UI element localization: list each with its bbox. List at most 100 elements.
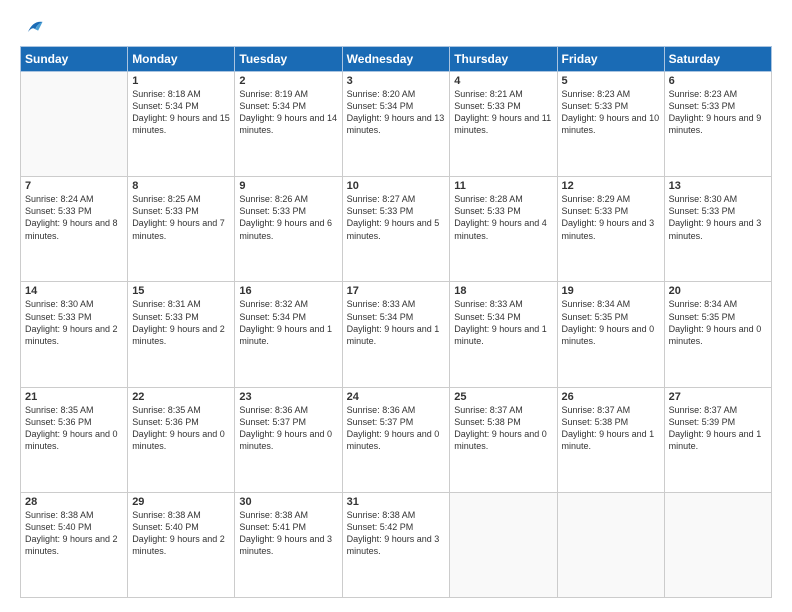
logo xyxy=(20,18,44,36)
calendar-cell: 22Sunrise: 8:35 AMSunset: 5:36 PMDayligh… xyxy=(128,387,235,492)
calendar-cell: 17Sunrise: 8:33 AMSunset: 5:34 PMDayligh… xyxy=(342,282,450,387)
column-header-sunday: Sunday xyxy=(21,47,128,72)
calendar-cell: 2Sunrise: 8:19 AMSunset: 5:34 PMDaylight… xyxy=(235,72,342,177)
day-number: 12 xyxy=(562,180,660,192)
day-info: Sunrise: 8:30 AMSunset: 5:33 PMDaylight:… xyxy=(25,298,123,347)
day-info: Sunrise: 8:35 AMSunset: 5:36 PMDaylight:… xyxy=(132,404,230,453)
column-header-tuesday: Tuesday xyxy=(235,47,342,72)
day-info: Sunrise: 8:38 AMSunset: 5:42 PMDaylight:… xyxy=(347,509,446,558)
day-number: 7 xyxy=(25,180,123,192)
calendar-cell: 13Sunrise: 8:30 AMSunset: 5:33 PMDayligh… xyxy=(664,177,771,282)
day-number: 10 xyxy=(347,180,446,192)
day-number: 15 xyxy=(132,285,230,297)
day-number: 1 xyxy=(132,75,230,87)
calendar-cell: 27Sunrise: 8:37 AMSunset: 5:39 PMDayligh… xyxy=(664,387,771,492)
day-number: 11 xyxy=(454,180,552,192)
day-number: 30 xyxy=(239,496,337,508)
calendar-cell: 10Sunrise: 8:27 AMSunset: 5:33 PMDayligh… xyxy=(342,177,450,282)
calendar-cell: 12Sunrise: 8:29 AMSunset: 5:33 PMDayligh… xyxy=(557,177,664,282)
day-info: Sunrise: 8:35 AMSunset: 5:36 PMDaylight:… xyxy=(25,404,123,453)
day-info: Sunrise: 8:36 AMSunset: 5:37 PMDaylight:… xyxy=(347,404,446,453)
calendar-week-1: 1Sunrise: 8:18 AMSunset: 5:34 PMDaylight… xyxy=(21,72,772,177)
calendar-cell: 16Sunrise: 8:32 AMSunset: 5:34 PMDayligh… xyxy=(235,282,342,387)
day-info: Sunrise: 8:32 AMSunset: 5:34 PMDaylight:… xyxy=(239,298,337,347)
calendar-cell: 20Sunrise: 8:34 AMSunset: 5:35 PMDayligh… xyxy=(664,282,771,387)
day-info: Sunrise: 8:26 AMSunset: 5:33 PMDaylight:… xyxy=(239,193,337,242)
calendar-cell: 15Sunrise: 8:31 AMSunset: 5:33 PMDayligh… xyxy=(128,282,235,387)
calendar-cell xyxy=(21,72,128,177)
day-number: 16 xyxy=(239,285,337,297)
calendar-week-4: 21Sunrise: 8:35 AMSunset: 5:36 PMDayligh… xyxy=(21,387,772,492)
calendar-cell: 24Sunrise: 8:36 AMSunset: 5:37 PMDayligh… xyxy=(342,387,450,492)
day-number: 2 xyxy=(239,75,337,87)
column-header-saturday: Saturday xyxy=(664,47,771,72)
day-info: Sunrise: 8:29 AMSunset: 5:33 PMDaylight:… xyxy=(562,193,660,242)
day-info: Sunrise: 8:25 AMSunset: 5:33 PMDaylight:… xyxy=(132,193,230,242)
day-info: Sunrise: 8:38 AMSunset: 5:40 PMDaylight:… xyxy=(25,509,123,558)
calendar-cell: 1Sunrise: 8:18 AMSunset: 5:34 PMDaylight… xyxy=(128,72,235,177)
calendar-cell: 29Sunrise: 8:38 AMSunset: 5:40 PMDayligh… xyxy=(128,492,235,597)
calendar-cell: 14Sunrise: 8:30 AMSunset: 5:33 PMDayligh… xyxy=(21,282,128,387)
calendar-week-3: 14Sunrise: 8:30 AMSunset: 5:33 PMDayligh… xyxy=(21,282,772,387)
day-number: 9 xyxy=(239,180,337,192)
day-info: Sunrise: 8:19 AMSunset: 5:34 PMDaylight:… xyxy=(239,88,337,137)
calendar-cell xyxy=(450,492,557,597)
day-info: Sunrise: 8:30 AMSunset: 5:33 PMDaylight:… xyxy=(669,193,767,242)
column-header-wednesday: Wednesday xyxy=(342,47,450,72)
calendar-cell: 7Sunrise: 8:24 AMSunset: 5:33 PMDaylight… xyxy=(21,177,128,282)
calendar-cell xyxy=(664,492,771,597)
day-number: 21 xyxy=(25,391,123,403)
day-info: Sunrise: 8:23 AMSunset: 5:33 PMDaylight:… xyxy=(669,88,767,137)
calendar-header-row: SundayMondayTuesdayWednesdayThursdayFrid… xyxy=(21,47,772,72)
day-info: Sunrise: 8:24 AMSunset: 5:33 PMDaylight:… xyxy=(25,193,123,242)
calendar-cell: 21Sunrise: 8:35 AMSunset: 5:36 PMDayligh… xyxy=(21,387,128,492)
calendar-cell: 11Sunrise: 8:28 AMSunset: 5:33 PMDayligh… xyxy=(450,177,557,282)
day-number: 18 xyxy=(454,285,552,297)
calendar-cell: 6Sunrise: 8:23 AMSunset: 5:33 PMDaylight… xyxy=(664,72,771,177)
day-info: Sunrise: 8:34 AMSunset: 5:35 PMDaylight:… xyxy=(562,298,660,347)
day-number: 19 xyxy=(562,285,660,297)
day-number: 24 xyxy=(347,391,446,403)
day-info: Sunrise: 8:34 AMSunset: 5:35 PMDaylight:… xyxy=(669,298,767,347)
calendar-cell: 31Sunrise: 8:38 AMSunset: 5:42 PMDayligh… xyxy=(342,492,450,597)
day-number: 13 xyxy=(669,180,767,192)
day-info: Sunrise: 8:37 AMSunset: 5:39 PMDaylight:… xyxy=(669,404,767,453)
day-info: Sunrise: 8:23 AMSunset: 5:33 PMDaylight:… xyxy=(562,88,660,137)
day-number: 5 xyxy=(562,75,660,87)
day-number: 3 xyxy=(347,75,446,87)
logo-text xyxy=(20,18,44,36)
day-number: 28 xyxy=(25,496,123,508)
day-number: 20 xyxy=(669,285,767,297)
header xyxy=(20,18,772,36)
calendar-cell: 5Sunrise: 8:23 AMSunset: 5:33 PMDaylight… xyxy=(557,72,664,177)
day-number: 6 xyxy=(669,75,767,87)
day-number: 8 xyxy=(132,180,230,192)
calendar-week-5: 28Sunrise: 8:38 AMSunset: 5:40 PMDayligh… xyxy=(21,492,772,597)
day-number: 4 xyxy=(454,75,552,87)
day-info: Sunrise: 8:27 AMSunset: 5:33 PMDaylight:… xyxy=(347,193,446,242)
day-number: 17 xyxy=(347,285,446,297)
calendar-cell: 23Sunrise: 8:36 AMSunset: 5:37 PMDayligh… xyxy=(235,387,342,492)
day-number: 27 xyxy=(669,391,767,403)
day-info: Sunrise: 8:28 AMSunset: 5:33 PMDaylight:… xyxy=(454,193,552,242)
day-number: 22 xyxy=(132,391,230,403)
day-info: Sunrise: 8:37 AMSunset: 5:38 PMDaylight:… xyxy=(454,404,552,453)
page: SundayMondayTuesdayWednesdayThursdayFrid… xyxy=(0,0,792,612)
day-info: Sunrise: 8:18 AMSunset: 5:34 PMDaylight:… xyxy=(132,88,230,137)
calendar-cell: 9Sunrise: 8:26 AMSunset: 5:33 PMDaylight… xyxy=(235,177,342,282)
day-info: Sunrise: 8:38 AMSunset: 5:40 PMDaylight:… xyxy=(132,509,230,558)
calendar-cell: 25Sunrise: 8:37 AMSunset: 5:38 PMDayligh… xyxy=(450,387,557,492)
day-number: 26 xyxy=(562,391,660,403)
calendar-cell: 30Sunrise: 8:38 AMSunset: 5:41 PMDayligh… xyxy=(235,492,342,597)
calendar-cell: 26Sunrise: 8:37 AMSunset: 5:38 PMDayligh… xyxy=(557,387,664,492)
day-number: 31 xyxy=(347,496,446,508)
day-info: Sunrise: 8:36 AMSunset: 5:37 PMDaylight:… xyxy=(239,404,337,453)
calendar-cell: 3Sunrise: 8:20 AMSunset: 5:34 PMDaylight… xyxy=(342,72,450,177)
calendar-week-2: 7Sunrise: 8:24 AMSunset: 5:33 PMDaylight… xyxy=(21,177,772,282)
day-info: Sunrise: 8:37 AMSunset: 5:38 PMDaylight:… xyxy=(562,404,660,453)
calendar-cell xyxy=(557,492,664,597)
day-number: 29 xyxy=(132,496,230,508)
day-info: Sunrise: 8:31 AMSunset: 5:33 PMDaylight:… xyxy=(132,298,230,347)
day-number: 23 xyxy=(239,391,337,403)
calendar-cell: 19Sunrise: 8:34 AMSunset: 5:35 PMDayligh… xyxy=(557,282,664,387)
